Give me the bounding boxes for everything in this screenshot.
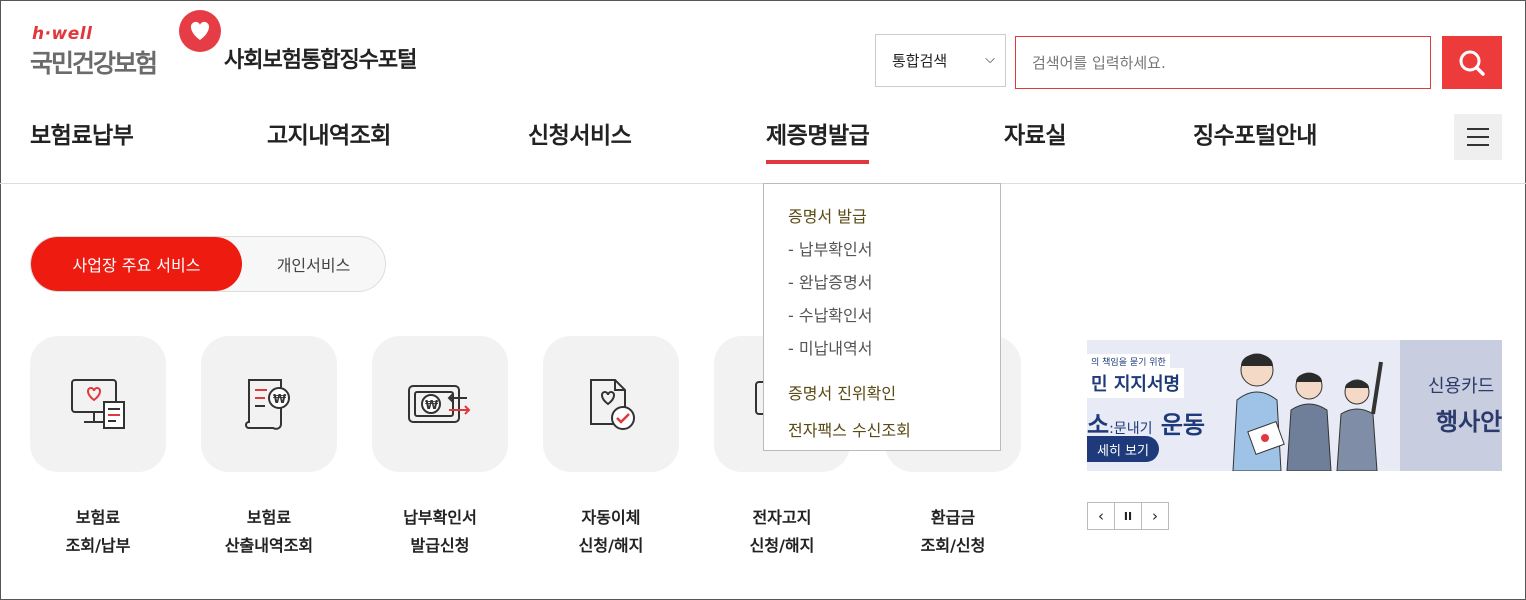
service-card-box [543,336,679,472]
service-label-line2: 산출내역조회 [224,536,314,555]
banner-headline-part2: 운동 [1160,411,1205,439]
service-card-payment-certificate[interactable]: ₩ 납부확인서 발급신청 [372,336,508,555]
monitor-receipt-icon [71,379,125,429]
banner-headline: 소:문내기 운동 [1087,405,1205,440]
service-card-auto-transfer[interactable]: 자동이체 신청/해지 [543,336,679,555]
banner-headline-small: :문내기 [1109,421,1153,437]
gnb-item-archive[interactable]: 자료실 [1004,116,1066,150]
hamburger-line [1467,136,1489,138]
service-label-line1: 전자고지 [752,508,812,527]
gnb-item-notice-inquiry[interactable]: 고지내역조회 [267,116,391,150]
service-card-box: ₩ [201,336,337,472]
banner-title: 민 지지서명 [1087,368,1185,398]
service-label-line2: 조회/납부 [65,536,131,555]
search-scope-select[interactable]: 통합검색 ⌵ [875,34,1006,87]
search-input[interactable]: 검색어를 입력하세요. [1015,36,1431,89]
hamburger-icon [1467,128,1489,130]
logo-name-text: 국민건강보험 [30,49,158,78]
chevron-right-icon: › [1152,507,1158,525]
banner-slide-next: 신용카드 행사안 [1400,340,1502,471]
gnb-item-portal-guide[interactable]: 징수포털안내 [1193,116,1317,150]
bill-transfer-icon: ₩ [408,385,471,423]
certificate-submenu: 증명서 발급 - 납부확인서 - 완납증명서 - 수납확인서 - 미납내역서 증… [763,183,1001,451]
hamburger-line [1467,144,1489,146]
portal-title[interactable]: 사회보험통합징수포털 [224,42,417,74]
banner-slide-current: 의 책임을 묻기 위한 민 지지서명 소:문내기 운동 세히 보기 [1087,340,1400,471]
service-card-label: 보험료 산출내역조회 [181,504,357,560]
service-label-line1: 자동이체 [581,508,641,527]
svg-text:₩: ₩ [425,398,439,412]
submenu-receipt-confirmation[interactable]: - 수납확인서 [788,299,1000,332]
banner-more-button[interactable]: 세히 보기 [1087,436,1159,462]
hamburger-menu-button[interactable] [1454,114,1502,160]
service-card-box [30,336,166,472]
svg-text:₩: ₩ [273,392,287,406]
submenu-unpaid-statement[interactable]: - 미납내역서 [788,332,1000,365]
service-label-line2: 신청/해지 [749,536,815,555]
service-label-line2: 조회/신청 [920,536,986,555]
service-tabs: 사업장 주요 서비스 개인서비스 [30,236,386,292]
banner-next-button[interactable]: › [1141,502,1169,530]
banner-next-line1: 신용카드 [1428,376,1495,397]
search-icon [1459,50,1485,76]
service-card-label: 납부확인서 발급신청 [352,504,528,560]
gnb-item-payment[interactable]: 보험료납부 [30,116,134,150]
pause-icon: II [1123,509,1133,523]
service-card-box: ₩ [372,336,508,472]
service-card-premium-calculation[interactable]: ₩ 보험료 산출내역조회 [201,336,337,555]
banner-next-line2: 행사안 [1436,408,1502,436]
tab-personal-services[interactable]: 개인서비스 [242,237,385,291]
service-label-line2: 신청/해지 [578,536,644,555]
search-button[interactable] [1442,36,1502,89]
tab-business-services[interactable]: 사업장 주요 서비스 [31,237,242,291]
banner-headline-part: 소 [1087,411,1110,439]
service-label-line1: 납부확인서 [403,508,477,527]
submenu-efax-inquiry[interactable]: 전자팩스 수신조회 [788,414,1000,447]
logo-hwell-text: h·well [32,24,93,44]
submenu-full-payment-certificate[interactable]: - 완납증명서 [788,266,1000,299]
service-card-label: 환급금 조회/신청 [865,504,1041,560]
search-scope-value: 통합검색 [892,52,948,70]
service-label-line2: 발급신청 [410,536,470,555]
service-card-label: 전자고지 신청/해지 [694,504,870,560]
people-illustration [1232,353,1383,471]
gnb-item-certificate[interactable]: 제증명발급 [766,116,870,164]
submenu-authenticity-check[interactable]: 증명서 진위확인 [788,373,1000,414]
service-label-line1: 보험료 [75,508,121,527]
document-check-icon [590,379,635,430]
document-won-icon: ₩ [245,379,290,430]
service-card-label: 자동이체 신청/해지 [523,504,699,560]
search-placeholder: 검색어를 입력하세요. [1032,54,1166,72]
gnb-item-application[interactable]: 신청서비스 [528,116,632,150]
chevron-left-icon: ‹ [1098,507,1104,525]
banner-pause-button[interactable]: II [1114,502,1142,530]
nhis-logo[interactable]: h·well 국민건강보험 [30,10,221,78]
chevron-down-icon: ⌵ [985,52,995,67]
heart-logo-icon [179,10,221,52]
banner-small-text: 의 책임을 묻기 위한 [1087,354,1170,369]
service-label-line1: 보험료 [246,508,292,527]
service-label-line1: 환급금 [930,508,976,527]
service-card-label: 보험료 조회/납부 [10,504,186,560]
submenu-payment-confirmation[interactable]: - 납부확인서 [788,233,1000,266]
service-card-premium-payment[interactable]: 보험료 조회/납부 [30,336,166,555]
submenu-certificate-issue[interactable]: 증명서 발급 [788,200,1000,233]
promo-banner[interactable]: 의 책임을 묻기 위한 민 지지서명 소:문내기 운동 세히 보기 신용카드 행… [1087,340,1502,471]
banner-prev-button[interactable]: ‹ [1087,502,1115,530]
